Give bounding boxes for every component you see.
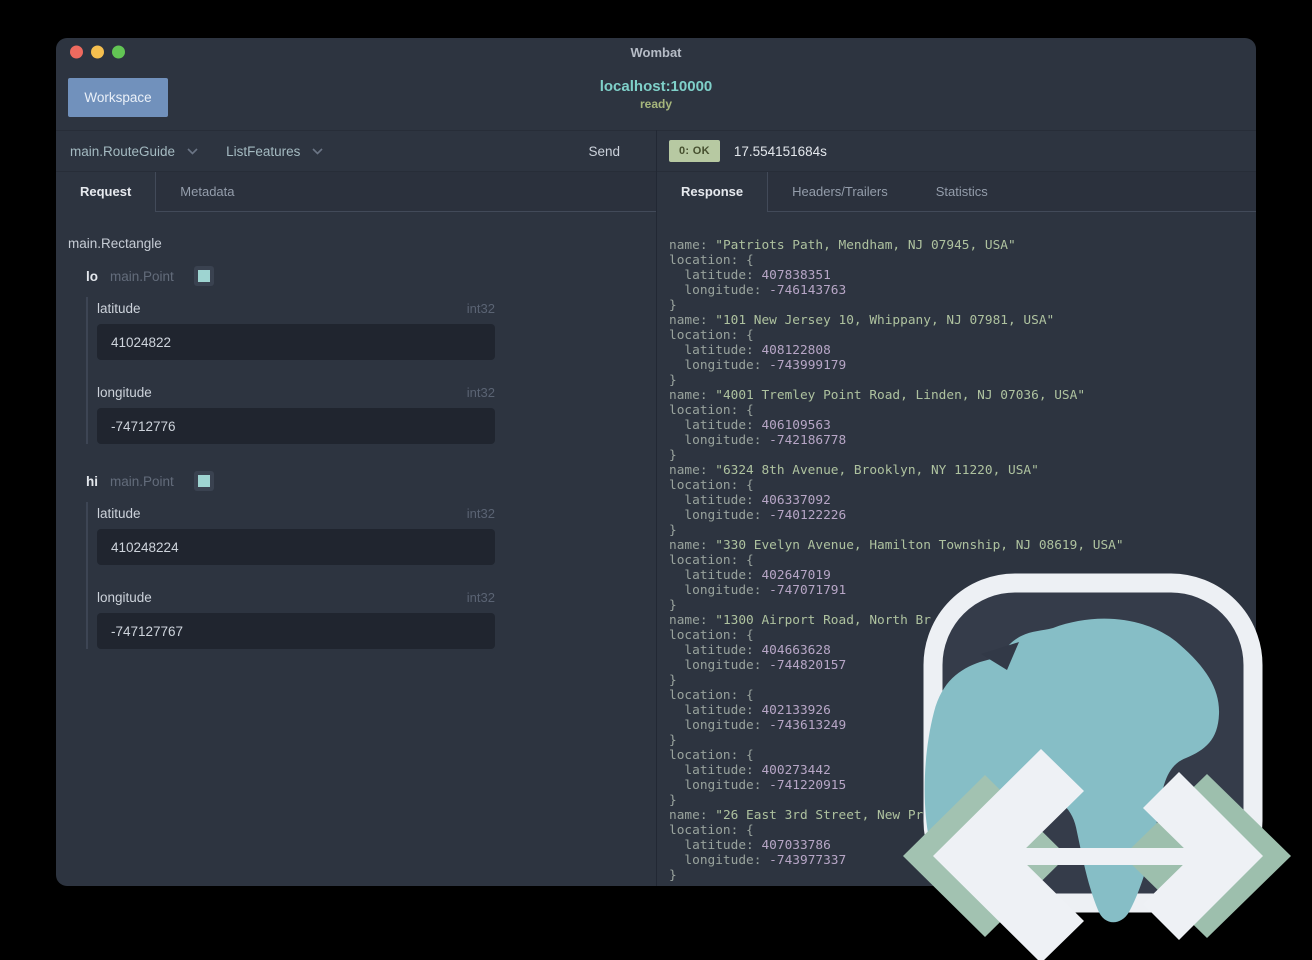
field-type: int32	[466, 385, 495, 400]
field-latitude: latitude int32 410248224	[97, 506, 495, 565]
group-name: lo	[86, 268, 98, 284]
group-checkbox[interactable]	[193, 266, 214, 286]
close-button[interactable]	[70, 45, 83, 59]
response-body[interactable]: name: "Patriots Path, Mendham, NJ 07945,…	[657, 212, 1256, 886]
tab-headers-trailers[interactable]: Headers/Trailers	[768, 172, 912, 211]
latitude-input[interactable]: 410248224	[97, 529, 495, 565]
message-type-label: main.Rectangle	[68, 236, 162, 251]
latitude-input[interactable]: 41024822	[97, 324, 495, 360]
field-group-hi: hi main.Point latitude int32 410248224 l…	[86, 470, 656, 649]
field-label: longitude	[97, 385, 152, 400]
group-body: latitude int32 410248224 longitude int32…	[86, 502, 656, 649]
send-button[interactable]: Send	[588, 144, 642, 159]
field-type: int32	[466, 301, 495, 316]
request-form: main.Rectangle lo main.Point latitude in…	[56, 212, 656, 886]
response-toolbar: 0: OK 17.554151684s	[657, 130, 1256, 172]
group-type: main.Point	[110, 473, 174, 489]
field-type: int32	[466, 590, 495, 605]
field-type: int32	[466, 506, 495, 521]
group-header: hi main.Point	[86, 470, 656, 492]
tab-statistics[interactable]: Statistics	[912, 172, 1012, 211]
zoom-button[interactable]	[112, 45, 125, 59]
checkbox-check-icon	[197, 475, 210, 487]
longitude-input[interactable]: -747127767	[97, 613, 495, 649]
field-label: latitude	[97, 506, 141, 521]
tab-metadata[interactable]: Metadata	[156, 172, 258, 211]
field-longitude: longitude int32 -747127767	[97, 590, 495, 649]
tab-response[interactable]: Response	[657, 172, 769, 212]
service-selector-label: main.RouteGuide	[70, 143, 176, 159]
group-header: lo main.Point	[86, 265, 656, 287]
service-selector[interactable]: main.RouteGuide	[70, 144, 198, 159]
group-type: main.Point	[110, 268, 174, 284]
tab-request[interactable]: Request	[56, 172, 157, 212]
field-group-lo: lo main.Point latitude int32 41024822 lo…	[86, 265, 656, 444]
minimize-button[interactable]	[91, 45, 104, 59]
header: Workspace localhost:10000 ready	[56, 66, 1256, 130]
method-selector[interactable]: ListFeatures	[226, 144, 323, 159]
window-title: Wombat	[630, 44, 682, 60]
wombat-window: Wombat Workspace localhost:10000 ready m…	[56, 38, 1256, 886]
group-body: latitude int32 41024822 longitude int32 …	[86, 297, 656, 444]
connection-status: localhost:10000 ready	[56, 78, 1256, 111]
response-tabbar: Response Headers/Trailers Statistics	[657, 172, 1256, 212]
field-longitude: longitude int32 -74712776	[97, 385, 495, 444]
request-tabbar: Request Metadata	[56, 172, 656, 212]
method-selector-label: ListFeatures	[226, 143, 301, 159]
request-toolbar: main.RouteGuide ListFeatures Send	[56, 130, 656, 172]
group-checkbox[interactable]	[193, 471, 214, 491]
group-name: hi	[86, 473, 98, 489]
request-pane: main.RouteGuide ListFeatures Send Reques…	[56, 130, 656, 886]
duration-label: 17.554151684s	[733, 143, 827, 159]
titlebar: Wombat	[56, 38, 1256, 66]
traffic-lights	[70, 45, 125, 59]
field-label: latitude	[97, 301, 141, 316]
checkbox-check-icon	[197, 270, 210, 282]
chevron-down-icon	[187, 147, 198, 155]
chevron-down-icon	[312, 147, 323, 155]
host-address: localhost:10000	[599, 78, 713, 95]
longitude-input[interactable]: -74712776	[97, 408, 495, 444]
status-badge: 0: OK	[669, 140, 720, 162]
field-latitude: latitude int32 41024822	[97, 301, 495, 360]
field-label: longitude	[97, 590, 152, 605]
connection-state: ready	[639, 97, 673, 111]
response-pane: 0: OK 17.554151684s Response Headers/Tra…	[656, 130, 1256, 886]
main-area: main.RouteGuide ListFeatures Send Reques…	[56, 130, 1256, 886]
